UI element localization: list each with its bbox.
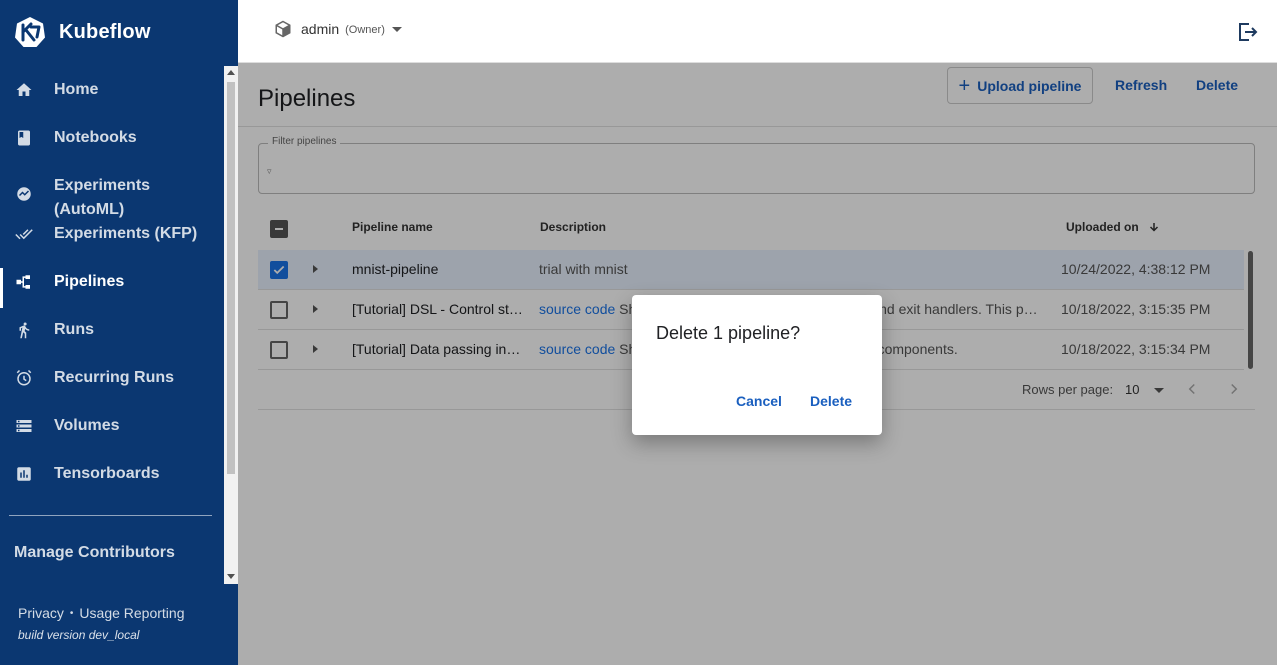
sidebar-item-experiments-automl[interactable]: Experiments (AutoML) (0, 174, 222, 222)
assessment-icon (15, 465, 33, 483)
dialog-title: Delete 1 pipeline? (656, 323, 801, 343)
sidebar-item-label: Volumes (54, 417, 120, 434)
done-all-icon (15, 225, 33, 243)
brand[interactable]: Kubeflow (14, 14, 151, 50)
sidebar: Kubeflow Home Notebooks Experiments (Aut… (0, 0, 238, 665)
sidebar-item-label: Recurring Runs (54, 369, 175, 386)
top-bar: admin (Owner) (238, 0, 1277, 63)
footer-links: Privacy • Usage Reporting (18, 605, 184, 621)
brand-name: Kubeflow (59, 20, 151, 43)
sidebar-item-label-line1: Experiments (54, 177, 151, 194)
pipelines-icon (15, 273, 33, 291)
privacy-link[interactable]: Privacy (18, 605, 64, 621)
sidebar-divider (9, 515, 212, 516)
runs-icon (15, 321, 33, 339)
sidebar-item-label: Runs (54, 321, 94, 338)
manage-contributors-link[interactable]: Manage Contributors (14, 544, 175, 562)
active-indicator (0, 268, 3, 308)
sidebar-scrollbar[interactable] (224, 66, 238, 584)
confirm-delete-button[interactable]: Delete (810, 393, 852, 409)
footer-separator: • (69, 607, 74, 619)
scroll-down-arrow-icon[interactable] (227, 574, 235, 579)
scrollbar-thumb[interactable] (227, 82, 235, 474)
chevron-down-icon (391, 26, 402, 32)
namespace-name: admin (301, 21, 340, 37)
alarm-icon (15, 369, 33, 387)
notebook-icon (15, 129, 33, 147)
sidebar-item-label: Experiments (KFP) (54, 225, 198, 242)
sidebar-nav: Home Notebooks Experiments (AutoML) Expe… (0, 66, 224, 584)
build-version: build version dev_local (18, 628, 140, 642)
cube-icon (275, 20, 291, 38)
namespace-selector[interactable]: admin (Owner) (274, 20, 402, 38)
sidebar-item-label: Tensorboards (54, 465, 160, 482)
kubeflow-logo-icon (15, 17, 45, 47)
cancel-button[interactable]: Cancel (736, 393, 782, 409)
storage-icon (15, 417, 33, 435)
logout-icon[interactable] (1235, 20, 1259, 44)
automl-icon (15, 185, 33, 203)
sidebar-item-label-line2: (AutoML) (54, 201, 125, 218)
scroll-up-arrow-icon[interactable] (227, 70, 235, 75)
sidebar-item-label: Home (54, 81, 99, 98)
usage-reporting-link[interactable]: Usage Reporting (79, 605, 184, 621)
sidebar-item-label: Pipelines (54, 273, 125, 290)
namespace-role: (Owner) (345, 24, 385, 36)
sidebar-item-label: Notebooks (54, 129, 137, 146)
delete-confirm-dialog: Delete 1 pipeline? Cancel Delete (632, 295, 882, 435)
home-icon (15, 81, 33, 99)
